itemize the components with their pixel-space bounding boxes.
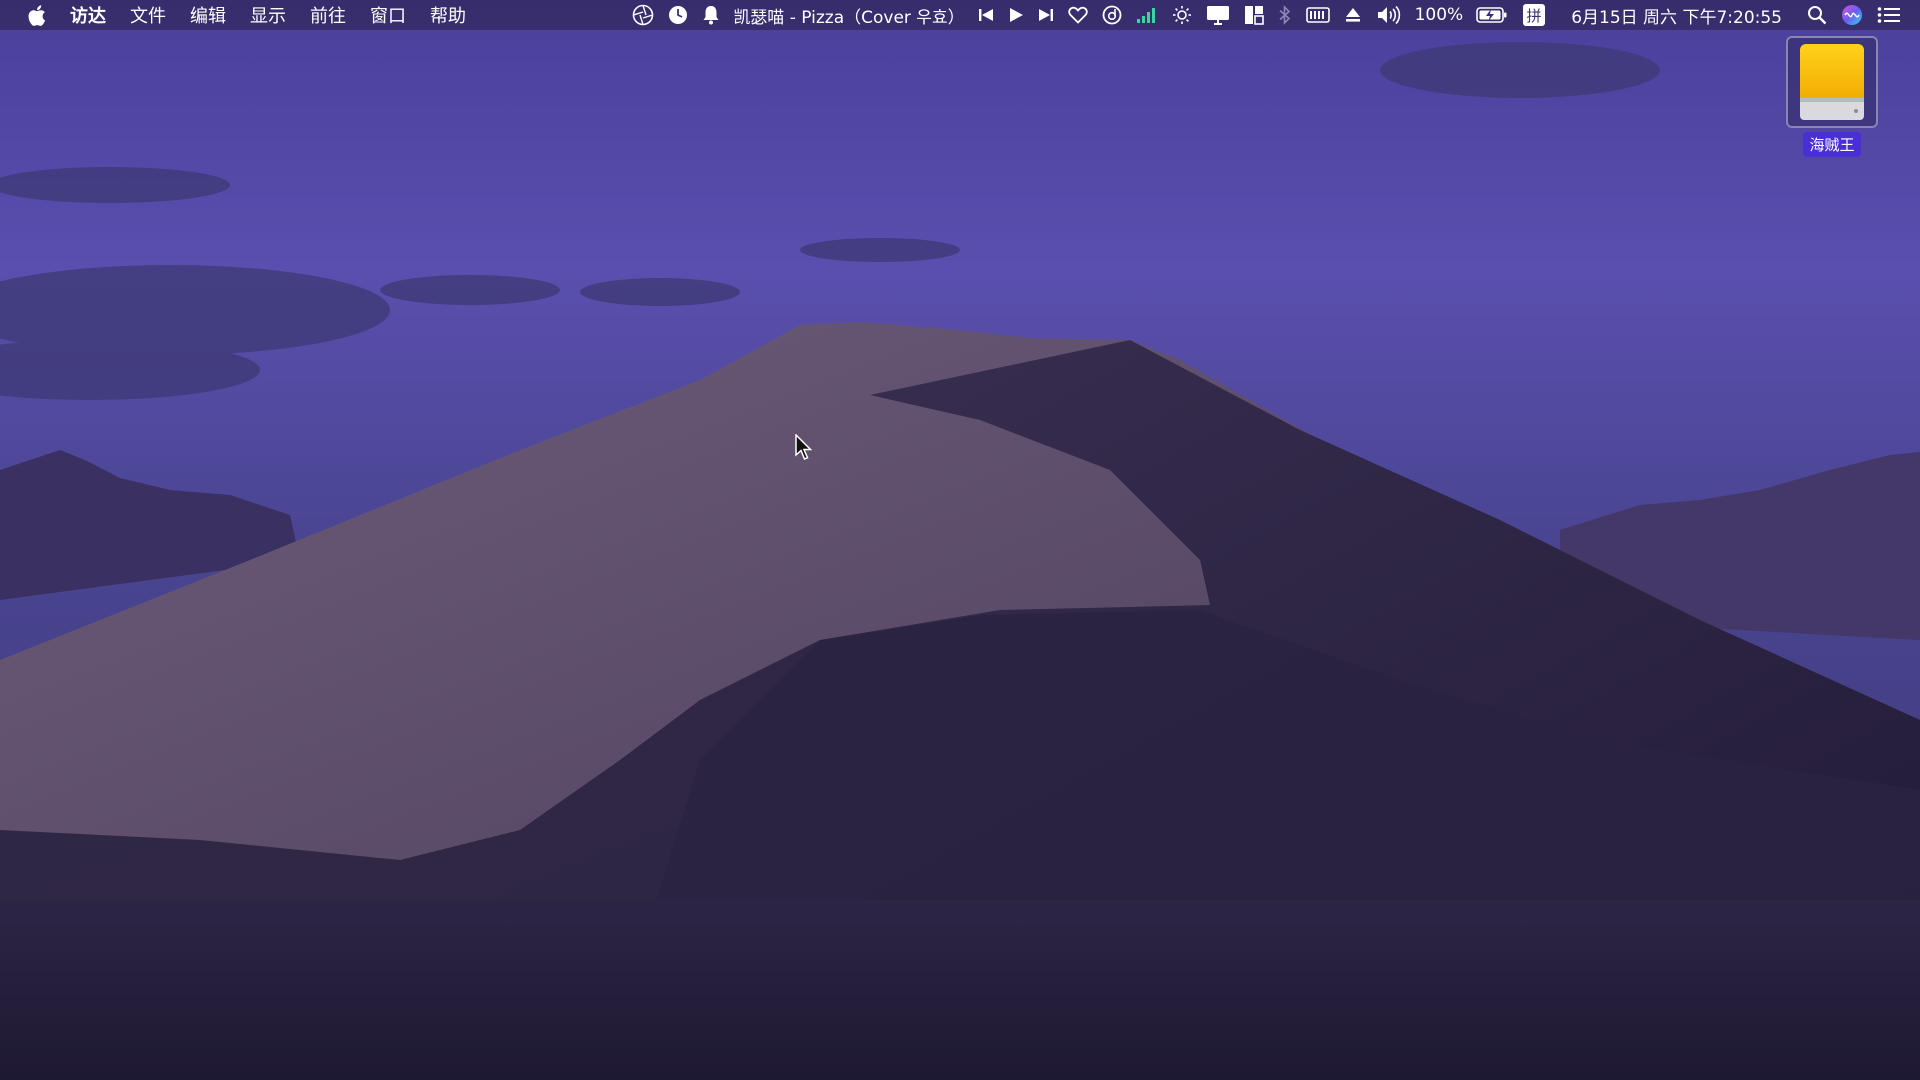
previous-track-icon[interactable] bbox=[978, 0, 994, 30]
desktop[interactable]: 访达 文件 编辑 显示 前往 窗口 帮助 凯瑟喵 - Pizza（Cover 우… bbox=[0, 0, 1920, 1080]
drive-selection-frame[interactable] bbox=[1786, 36, 1878, 128]
siri-icon[interactable] bbox=[1841, 0, 1863, 30]
signal-bars-icon[interactable] bbox=[1136, 0, 1158, 30]
heart-icon[interactable] bbox=[1067, 0, 1088, 30]
next-track-icon[interactable] bbox=[1038, 0, 1054, 30]
menu-go[interactable]: 前往 bbox=[298, 0, 358, 30]
input-method-label: 拼 bbox=[1527, 7, 1542, 25]
volume-icon[interactable] bbox=[1376, 0, 1402, 30]
spotlight-search-icon[interactable] bbox=[1807, 0, 1827, 30]
battery-percent[interactable]: 100% bbox=[1415, 5, 1464, 25]
notification-center-icon[interactable] bbox=[1877, 0, 1901, 30]
mouse-cursor-icon bbox=[795, 434, 813, 460]
menu-help[interactable]: 帮助 bbox=[418, 0, 478, 30]
menu-bar: 访达 文件 编辑 显示 前往 窗口 帮助 凯瑟喵 - Pizza（Cover 우… bbox=[0, 0, 1920, 30]
bluetooth-icon[interactable] bbox=[1278, 0, 1292, 30]
menu-edit[interactable]: 编辑 bbox=[178, 0, 238, 30]
bell-icon[interactable] bbox=[702, 0, 720, 30]
play-icon[interactable] bbox=[1008, 0, 1024, 30]
drive-label[interactable]: 海贼王 bbox=[1803, 132, 1861, 157]
aperture-icon[interactable] bbox=[632, 0, 654, 30]
input-method-icon[interactable]: 拼 bbox=[1522, 0, 1546, 30]
external-drive-icon[interactable] bbox=[1796, 42, 1868, 122]
display-icon[interactable] bbox=[1206, 0, 1230, 30]
desktop-drive[interactable]: 海贼王 bbox=[1784, 36, 1880, 157]
menu-view[interactable]: 显示 bbox=[238, 0, 298, 30]
menu-window[interactable]: 窗口 bbox=[358, 0, 418, 30]
window-layout-icon[interactable] bbox=[1244, 0, 1264, 30]
mojave-wallpaper bbox=[0, 0, 1920, 1080]
now-playing-title[interactable]: 凯瑟喵 - Pizza（Cover 우효） bbox=[733, 3, 964, 28]
memory-icon[interactable] bbox=[1305, 0, 1330, 30]
brightness-icon[interactable] bbox=[1172, 0, 1192, 30]
menu-finder[interactable]: 访达 bbox=[58, 0, 118, 30]
clock-icon[interactable] bbox=[668, 0, 688, 30]
menu-file[interactable]: 文件 bbox=[118, 0, 178, 30]
apple-icon[interactable] bbox=[24, 0, 50, 30]
lyrics-icon[interactable] bbox=[1102, 0, 1122, 30]
battery-icon[interactable] bbox=[1476, 0, 1508, 30]
eject-icon[interactable] bbox=[1344, 0, 1362, 30]
clock-datetime[interactable]: 6月15日 周六 下午7:20:55 bbox=[1571, 3, 1782, 28]
